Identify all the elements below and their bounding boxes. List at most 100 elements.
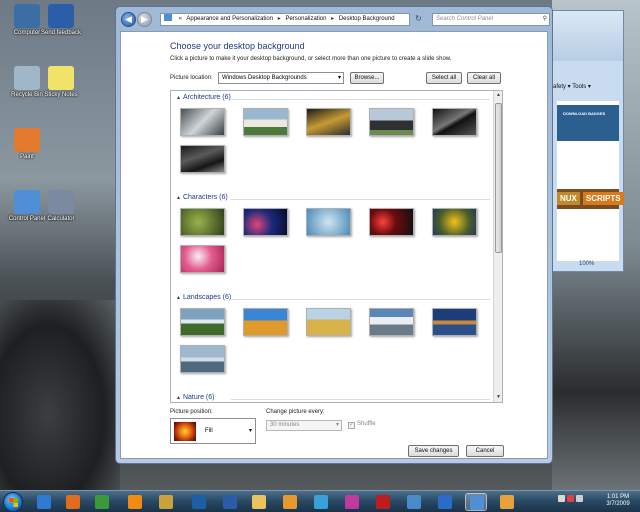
thumb-char-3[interactable]: [306, 208, 351, 236]
network-taskbar-icon[interactable]: [403, 493, 425, 511]
thumb-arch-3[interactable]: [306, 108, 351, 136]
app-glyph-icon: [192, 495, 206, 509]
thumb-char-2[interactable]: [243, 208, 288, 236]
ie-window[interactable]: afety ▾ Tools ▾ DOWNLOAD BADGES NUX SCRIP…: [552, 10, 624, 272]
select-all-button[interactable]: Select all: [426, 72, 462, 84]
app-taskbar-icon[interactable]: [310, 493, 332, 511]
thumb-land-3[interactable]: [306, 308, 351, 336]
scroll-thumb[interactable]: [495, 103, 502, 253]
chevron-down-icon: ▾: [248, 428, 252, 434]
gallery-scrollbar[interactable]: ▲ ▼: [493, 91, 502, 402]
thumb-arch-2[interactable]: [243, 108, 288, 136]
group-header[interactable]: ▲ Landscapes (6): [176, 294, 231, 301]
thumb-land-6[interactable]: [180, 345, 225, 373]
thumb-arch-6[interactable]: [180, 145, 225, 173]
picture-position-select[interactable]: Fill ▾: [170, 418, 256, 444]
desktop-shortcut-label: Calculator: [47, 216, 75, 222]
media-player-taskbar-icon[interactable]: [279, 493, 301, 511]
firefox-taskbar-icon[interactable]: [62, 493, 84, 511]
thumb-char-5[interactable]: [432, 208, 477, 236]
position-preview-image: [174, 422, 196, 441]
desktop-shortcut[interactable]: Send feedback: [38, 4, 84, 36]
forward-button[interactable]: ▶: [137, 12, 152, 27]
picture-location-label: Picture location:: [170, 75, 213, 81]
recycle-bin-icon: [14, 66, 40, 90]
cancel-button[interactable]: Cancel: [466, 445, 504, 457]
linux-label: NUX: [557, 192, 580, 205]
picture-position-value: Fill: [205, 428, 213, 434]
paint-icon: [14, 128, 40, 152]
collapse-icon: ▲: [176, 395, 181, 401]
media-taskbar-icon[interactable]: [496, 493, 518, 511]
explorer-taskbar-icon[interactable]: [248, 493, 270, 511]
scroll-up-icon[interactable]: ▲: [494, 91, 502, 100]
group-header[interactable]: ▲ Nature (6): [176, 394, 214, 401]
app-glyph-icon: [95, 495, 109, 509]
desktop-shortcut-label: Send feedback: [40, 30, 82, 36]
change-interval-value: 30 minutes: [270, 422, 300, 428]
photoshop-taskbar-icon[interactable]: [188, 493, 210, 511]
app-glyph-icon: [128, 495, 142, 509]
paint-taskbar-icon[interactable]: [341, 493, 363, 511]
thumb-char-4[interactable]: [369, 208, 414, 236]
app-glyph-icon: [66, 495, 80, 509]
group-title: Landscapes (6): [182, 294, 232, 301]
app-glyph-icon: [500, 495, 514, 509]
word-taskbar-icon[interactable]: [219, 493, 241, 511]
volume-icon[interactable]: [576, 495, 583, 502]
thumb-arch-5[interactable]: [432, 108, 477, 136]
page-instructions: Click a picture to make it your desktop …: [170, 56, 452, 62]
scroll-down-icon[interactable]: ▼: [494, 393, 502, 402]
desktop-shortcut[interactable]: Sticky Notes: [38, 66, 84, 98]
address-bar[interactable]: « Appearance and Personalization ▸ Perso…: [160, 13, 410, 26]
thumb-land-5[interactable]: [432, 308, 477, 336]
thumb-arch-1[interactable]: [180, 108, 225, 136]
picture-location-value: Windows Desktop Backgrounds: [222, 75, 307, 81]
ie-tools-menu[interactable]: afety ▾ Tools ▾: [553, 83, 591, 90]
change-interval-select[interactable]: 30 minutes ▾: [266, 420, 342, 431]
save-changes-button[interactable]: Save changes: [408, 445, 459, 457]
picture-location-select[interactable]: Windows Desktop Backgrounds ▾: [218, 72, 344, 84]
search-placeholder: Search Control Panel: [436, 16, 494, 22]
back-button[interactable]: ◀: [121, 12, 136, 27]
app-glyph-icon: [159, 495, 173, 509]
thumb-char-1[interactable]: [180, 208, 225, 236]
system-tray: [558, 495, 598, 509]
shuffle-label: Shuffle: [357, 421, 376, 427]
network-icon[interactable]: [567, 495, 574, 502]
flag-icon[interactable]: [558, 495, 565, 502]
vlc-taskbar-icon[interactable]: [124, 493, 146, 511]
ie-zoom[interactable]: 100%: [579, 261, 594, 267]
search-input[interactable]: Search Control Panel ⚲: [432, 13, 550, 26]
group-header[interactable]: ▲ Characters (6): [176, 194, 228, 201]
refresh-icon[interactable]: ↻: [412, 13, 425, 26]
thumb-arch-4[interactable]: [369, 108, 414, 136]
search-icon[interactable]: ⚲: [543, 14, 547, 25]
breadcrumb-1[interactable]: Personalization: [285, 16, 326, 22]
start-button[interactable]: [3, 492, 23, 512]
clock[interactable]: 1:01 PM 3/7/2009: [598, 494, 638, 508]
thumb-land-4[interactable]: [369, 308, 414, 336]
breadcrumb-2[interactable]: Desktop Background: [339, 16, 395, 22]
control-panel-taskbar-icon[interactable]: [465, 493, 487, 511]
taskbar: 1:01 PM 3/7/2009: [0, 490, 640, 512]
control-panel-icon: [164, 14, 172, 21]
ie-taskbar-icon[interactable]: [33, 493, 55, 511]
desktop-shortcut-label: Sticky Notes: [44, 92, 78, 98]
media-center-taskbar-icon[interactable]: [91, 493, 113, 511]
desktop-shortcut[interactable]: Paint: [4, 128, 50, 160]
thumb-land-1[interactable]: [180, 308, 225, 336]
filezilla-taskbar-icon[interactable]: [372, 493, 394, 511]
group-header[interactable]: ▲ Architecture (6): [176, 94, 231, 101]
clear-all-button[interactable]: Clear all: [467, 72, 501, 84]
thumb-char-6[interactable]: [180, 245, 225, 273]
breadcrumb-0[interactable]: Appearance and Personalization: [186, 16, 273, 22]
thumb-land-2[interactable]: [243, 308, 288, 336]
help-taskbar-icon[interactable]: [434, 493, 456, 511]
tool-taskbar-icon[interactable]: [155, 493, 177, 511]
browse-button[interactable]: Browse...: [350, 72, 384, 84]
picture-position-label: Picture position:: [170, 409, 213, 415]
app-glyph-icon: [314, 495, 328, 509]
shuffle-checkbox[interactable]: ✓ Shuffle: [348, 421, 376, 429]
desktop-shortcut[interactable]: Calculator: [38, 190, 84, 222]
